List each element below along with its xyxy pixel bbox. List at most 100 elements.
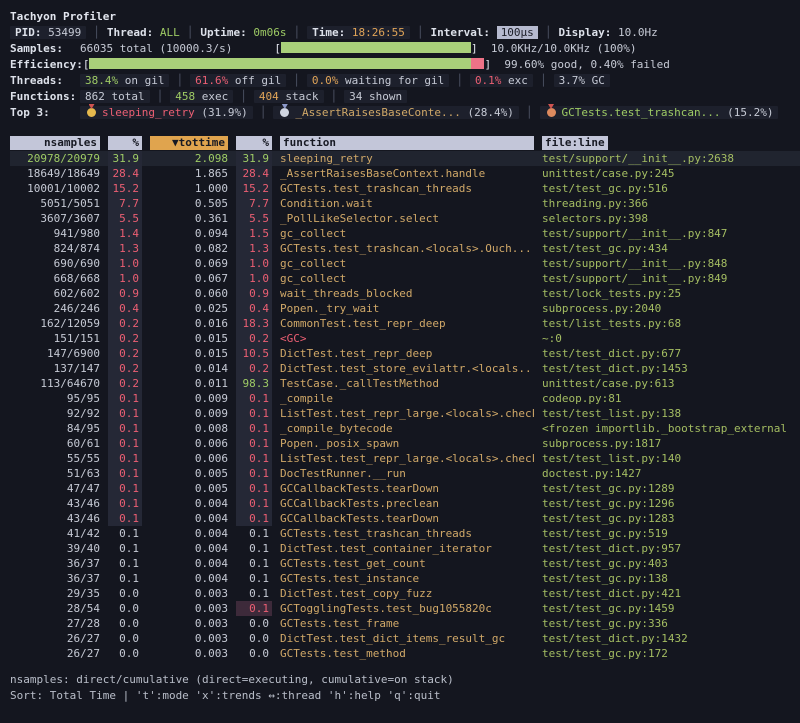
separator: │ (286, 74, 307, 87)
function-cell: wait_threads_blocked (280, 286, 534, 301)
column-header-direct-pct[interactable]: % (108, 136, 142, 150)
function-cell: DictTest.test_dict_items_result_gc (280, 631, 534, 646)
cumulative-pct-cell: 0.1 (236, 586, 272, 601)
threads-gc: 3.7% GC (554, 74, 610, 87)
file-line-cell: test/test_gc.py:434 (542, 241, 800, 256)
functions-label: Functions: (10, 89, 80, 105)
waiting-gil-text: waiting for gil (338, 74, 444, 87)
cumulative-pct-cell: 0.2 (236, 361, 272, 376)
table-row: 26/270.00.0030.0DictTest.test_dict_items… (10, 631, 800, 646)
cumulative-pct-cell: 0.4 (236, 301, 272, 316)
function-cell: GCCallbackTests.tearDown (280, 481, 534, 496)
separator: │ (324, 90, 345, 103)
function-cell: GCTests.test_trashcan.<locals>.Ouch.... (280, 241, 534, 256)
column-header-nsamples[interactable]: nsamples (10, 136, 100, 150)
threads-exc: 0.1% exc (470, 74, 533, 87)
direct-pct-cell: 0.1 (108, 436, 142, 451)
samples-rate: 10.0KHz/10.0KHz (100%) (491, 42, 637, 55)
table-row: 29/350.00.0030.1DictTest.test_copy_fuzzt… (10, 586, 800, 601)
samples-total: 66035 total (10000.3/s) (80, 42, 232, 55)
file-line-cell: test/lock_tests.py:25 (542, 286, 800, 301)
samples-rate-bar (281, 42, 471, 53)
function-cell: TestCase._callTestMethod (280, 376, 534, 391)
table-row: 941/9801.40.0941.5gc_collecttest/support… (10, 226, 800, 241)
direct-pct-cell: 1.3 (108, 241, 142, 256)
exc-pct: 0.1% (475, 74, 502, 87)
cumulative-pct-cell: 1.0 (236, 271, 272, 286)
time-field: Time: 18:26:55 (307, 26, 410, 39)
top3-pct: (28.4%) (468, 106, 514, 119)
direct-pct-cell: 0.1 (108, 481, 142, 496)
table-row: 84/950.10.0080.1_compile_bytecode<frozen… (10, 421, 800, 436)
nsamples-cell: 39/40 (10, 541, 100, 556)
tottime-cell: 0.004 (150, 496, 228, 511)
cumulative-pct-cell: 0.1 (236, 466, 272, 481)
table-row: 5051/50517.70.5057.7Condition.waitthread… (10, 196, 800, 211)
direct-pct-cell: 28.4 (108, 166, 142, 181)
table-row: 47/470.10.0050.1GCCallbackTests.tearDown… (10, 481, 800, 496)
nsamples-cell: 5051/5051 (10, 196, 100, 211)
cumulative-pct-cell: 1.3 (236, 241, 272, 256)
separator: │ (180, 26, 201, 39)
column-header-file-line[interactable]: file:line (542, 136, 608, 150)
cumulative-pct-cell: 5.5 (236, 211, 272, 226)
nsamples-cell: 690/690 (10, 256, 100, 271)
cumulative-pct-cell: 1.5 (236, 226, 272, 241)
function-cell: GCCallbackTests.tearDown (280, 511, 534, 526)
direct-pct-cell: 0.1 (108, 526, 142, 541)
tottime-cell: 0.009 (150, 406, 228, 421)
tottime-cell: 0.082 (150, 241, 228, 256)
top3-item-3: GCTests.test_trashcan... (15.2%) (540, 106, 779, 119)
keybar: Sort: Total Time | 't':mode 'x':trends ↔… (10, 688, 800, 704)
separator: │ (538, 26, 559, 39)
function-cell: GCTests.test_trashcan_threads (280, 526, 534, 541)
cumulative-pct-cell: 0.1 (236, 511, 272, 526)
nsamples-cell: 151/151 (10, 331, 100, 346)
direct-pct-cell: 0.1 (108, 541, 142, 556)
tottime-cell: 0.505 (150, 196, 228, 211)
table-row: 10001/1000215.21.00015.2GCTests.test_tra… (10, 181, 800, 196)
tottime-cell: 0.011 (150, 376, 228, 391)
table-row: 28/540.00.0030.1GCTogglingTests.test_bug… (10, 601, 800, 616)
top3-label: Top 3: (10, 105, 80, 121)
table-row: 95/950.10.0090.1_compilecodeop.py:81 (10, 391, 800, 406)
table-row: 147/69000.20.01510.5DictTest.test_repr_d… (10, 346, 800, 361)
separator: │ (410, 26, 431, 39)
function-cell: ListTest.test_repr_large.<locals>.check (280, 451, 534, 466)
direct-pct-cell: 0.0 (108, 586, 142, 601)
file-line-cell: test/test_dict.py:421 (542, 586, 800, 601)
nsamples-cell: 29/35 (10, 586, 100, 601)
nsamples-cell: 26/27 (10, 646, 100, 661)
table-row: 92/920.10.0090.1ListTest.test_repr_large… (10, 406, 800, 421)
tottime-cell: 0.094 (150, 226, 228, 241)
function-cell: <GC> (280, 331, 534, 346)
file-line-cell: codeop.py:81 (542, 391, 800, 406)
function-cell: GCTests.test_method (280, 646, 534, 661)
nsamples-cell: 137/147 (10, 361, 100, 376)
waiting-gil-pct: 0.0% (312, 74, 339, 87)
on-gil-text: on gil (118, 74, 164, 87)
separator: │ (449, 74, 470, 87)
file-line-cell: test/test_dict.py:1453 (542, 361, 800, 376)
thread-value[interactable]: ALL (160, 26, 180, 39)
column-header-function[interactable]: function (280, 136, 534, 150)
file-line-cell: test/test_dict.py:1432 (542, 631, 800, 646)
direct-pct-cell: 1.0 (108, 271, 142, 286)
functions-stack-text: stack (279, 90, 319, 103)
top3-row: Top 3:sleeping_retry (31.9%)│_AssertRais… (10, 105, 800, 121)
function-cell: DictTest.test_copy_fuzz (280, 586, 534, 601)
file-line-cell: test/test_list.py:138 (542, 406, 800, 421)
tottime-cell: 0.004 (150, 571, 228, 586)
threads-row: Threads:38.4% on gil│61.6% off gil│0.0% … (10, 73, 800, 89)
column-header-tottime-sorted[interactable]: ▼tottime (150, 136, 228, 150)
tottime-cell: 1.865 (150, 166, 228, 181)
nsamples-cell: 41/42 (10, 526, 100, 541)
function-cell: Popen._posix_spawn (280, 436, 534, 451)
nsamples-cell: 602/602 (10, 286, 100, 301)
table-row: 824/8741.30.0821.3GCTests.test_trashcan.… (10, 241, 800, 256)
column-header-cumulative-pct[interactable]: % (236, 136, 272, 150)
functions-row: Functions:862 total│458 exec│404 stack│3… (10, 89, 800, 105)
time-label: Time: (312, 26, 345, 39)
direct-pct-cell: 0.1 (108, 466, 142, 481)
file-line-cell: subprocess.py:1817 (542, 436, 800, 451)
